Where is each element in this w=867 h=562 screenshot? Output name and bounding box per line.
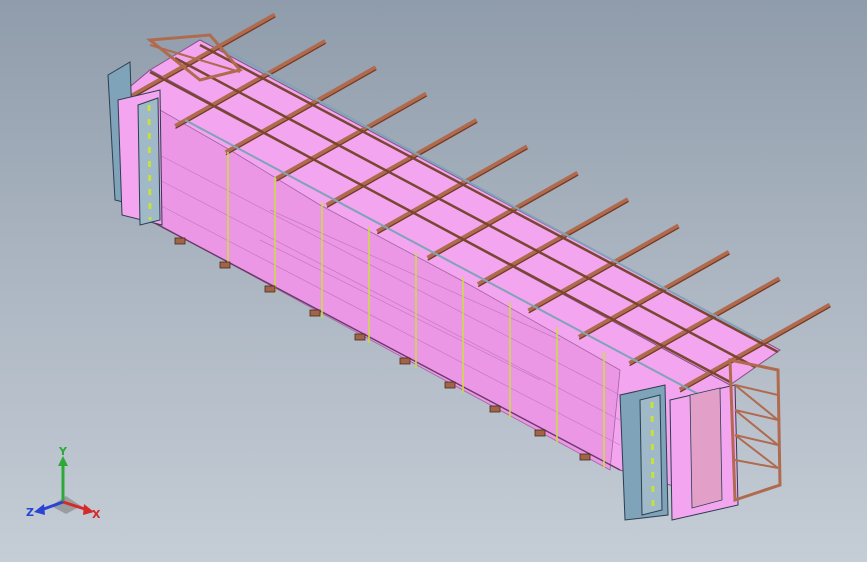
graphics-viewport[interactable]: Y X Z <box>0 0 867 562</box>
support-block <box>489 405 501 413</box>
support-block <box>444 381 456 389</box>
support-block <box>354 333 366 341</box>
y-axis-label: Y <box>58 446 68 458</box>
support-block <box>309 309 321 317</box>
support-block <box>534 429 546 437</box>
formwork-model[interactable] <box>0 0 867 562</box>
support-block <box>579 453 591 461</box>
x-axis-label: X <box>92 508 101 521</box>
support-block <box>264 285 276 293</box>
coordinate-triad[interactable]: Y X Z <box>26 446 106 526</box>
z-axis-head <box>34 504 45 515</box>
support-block <box>219 261 231 269</box>
support-block <box>174 237 186 245</box>
support-block <box>399 357 411 365</box>
z-axis-label: Z <box>26 506 34 519</box>
